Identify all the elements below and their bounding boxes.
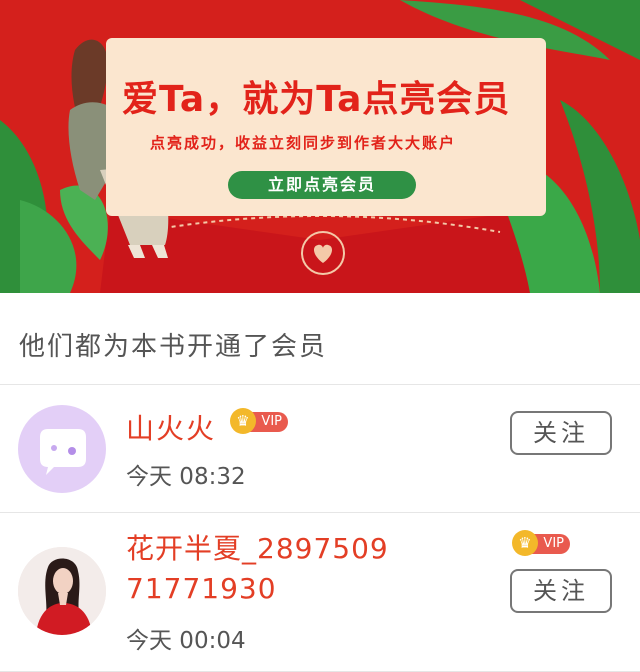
member-time: 今天 00:04 xyxy=(126,628,246,654)
section-title: 他们都为本书开通了会员 xyxy=(0,293,640,385)
chat-bubble-avatar-icon xyxy=(40,429,86,475)
heart-seal-icon xyxy=(301,231,345,275)
light-up-membership-button[interactable]: 立即点亮会员 xyxy=(228,171,416,199)
promo-banner[interactable]: 爱Ta，就为Ta点亮会员 点亮成功，收益立刻同步到作者大大账户 立即点亮会员 xyxy=(0,0,640,293)
member-row[interactable]: 山火火 VIP ♛ 今天 08:32 关注 xyxy=(0,385,640,513)
crown-icon: ♛ xyxy=(512,530,538,556)
user-photo xyxy=(18,547,106,635)
avatar[interactable] xyxy=(18,547,106,635)
vip-badge: VIP ♛ xyxy=(512,530,570,556)
member-row[interactable]: 花开半夏_289750971771930 VIP ♛ 今天 00:04 关注 xyxy=(0,513,640,672)
member-name[interactable]: 山火火 xyxy=(126,407,216,447)
avatar[interactable] xyxy=(18,405,106,493)
crown-icon: ♛ xyxy=(230,408,256,434)
follow-button[interactable]: 关注 xyxy=(510,569,612,613)
vip-badge: VIP ♛ xyxy=(230,408,288,434)
banner-headline: 爱Ta，就为Ta点亮会员 xyxy=(122,79,511,120)
banner-subline: 点亮成功，收益立刻同步到作者大大账户 xyxy=(150,134,457,152)
follow-button[interactable]: 关注 xyxy=(510,411,612,455)
member-time: 今天 08:32 xyxy=(126,464,246,490)
member-name[interactable]: 花开半夏_289750971771930 xyxy=(126,529,396,609)
